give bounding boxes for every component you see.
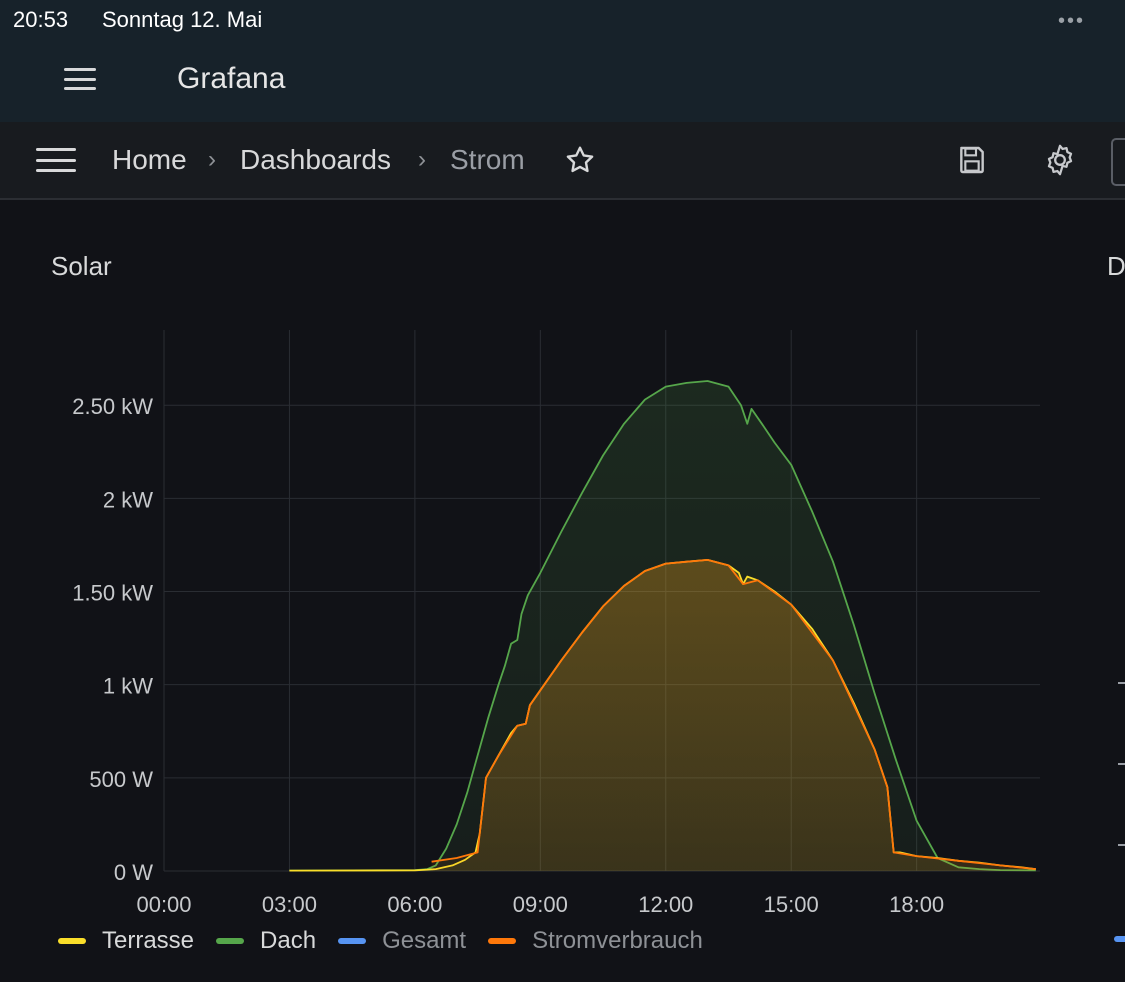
y-tick-label: 500 W — [89, 767, 153, 792]
legend-item-stromverbrauch[interactable]: Stromverbrauch — [488, 927, 703, 955]
legend-item-gesamt[interactable]: Gesamt — [338, 927, 466, 955]
legend-item-terrasse[interactable]: Terrasse — [58, 927, 194, 955]
app-title: Grafana — [177, 62, 286, 95]
y-tick-label: 2.50 kW — [72, 394, 153, 419]
legend-label: Stromverbrauch — [532, 927, 703, 954]
save-icon[interactable] — [956, 143, 988, 177]
solar-chart[interactable]: 0 W 500 W 1 kW 1.50 kW 2 kW 2.50 kW 00:00 03:00… — [0, 320, 1060, 920]
status-time: 20:53 — [13, 7, 69, 32]
x-tick-label: 03:00 — [262, 892, 317, 917]
panel-title[interactable]: Solar — [51, 251, 112, 282]
legend-label: Gesamt — [382, 927, 467, 954]
legend-swatch — [58, 938, 86, 944]
legend-swatch — [488, 938, 517, 944]
partial-axis-tick — [1118, 763, 1125, 765]
legend-swatch — [216, 938, 245, 944]
time-picker-button[interactable] — [1111, 138, 1125, 186]
y-tick-label: 0 W — [114, 860, 153, 885]
chart-legend: Terrasse Dach Gesamt Stromverbrauch — [58, 926, 725, 956]
legend-swatch — [338, 938, 367, 944]
more-icon[interactable]: ••• — [1058, 10, 1085, 33]
x-tick-label: 09:00 — [513, 892, 568, 917]
legend-item-dach[interactable]: Dach — [216, 927, 316, 955]
app-top-bar: Grafana — [0, 40, 1125, 122]
legend-label: Terrasse — [102, 927, 195, 954]
y-tick-label: 1.50 kW — [72, 581, 153, 606]
breadcrumb-separator: › — [208, 146, 216, 173]
gear-icon[interactable] — [1043, 143, 1077, 177]
partial-legend-swatch — [1114, 936, 1125, 942]
partial-axis-tick — [1118, 844, 1125, 846]
breadcrumb-dashboards[interactable]: Dashboards — [240, 144, 391, 176]
status-bar: 20:53 Sonntag 12. Mai ••• — [0, 0, 1125, 40]
breadcrumb-home[interactable]: Home — [112, 144, 187, 176]
y-tick-label: 2 kW — [103, 487, 153, 512]
partial-axis-tick — [1118, 682, 1125, 684]
breadcrumb-separator: › — [418, 146, 426, 173]
breadcrumb-current: Strom — [450, 144, 525, 175]
legend-label: Dach — [260, 927, 317, 954]
x-tick-label: 18:00 — [889, 892, 944, 917]
x-tick-label: 15:00 — [764, 892, 819, 917]
side-menu-icon[interactable] — [36, 148, 76, 172]
y-tick-label: 1 kW — [103, 674, 153, 699]
x-tick-label: 12:00 — [638, 892, 693, 917]
second-panel-title[interactable]: D — [1107, 251, 1125, 282]
app-menu-icon[interactable] — [64, 68, 96, 90]
x-tick-label: 00:00 — [136, 892, 191, 917]
star-icon[interactable] — [564, 144, 596, 176]
status-date: Sonntag 12. Mai — [102, 7, 263, 32]
x-tick-label: 06:00 — [387, 892, 442, 917]
